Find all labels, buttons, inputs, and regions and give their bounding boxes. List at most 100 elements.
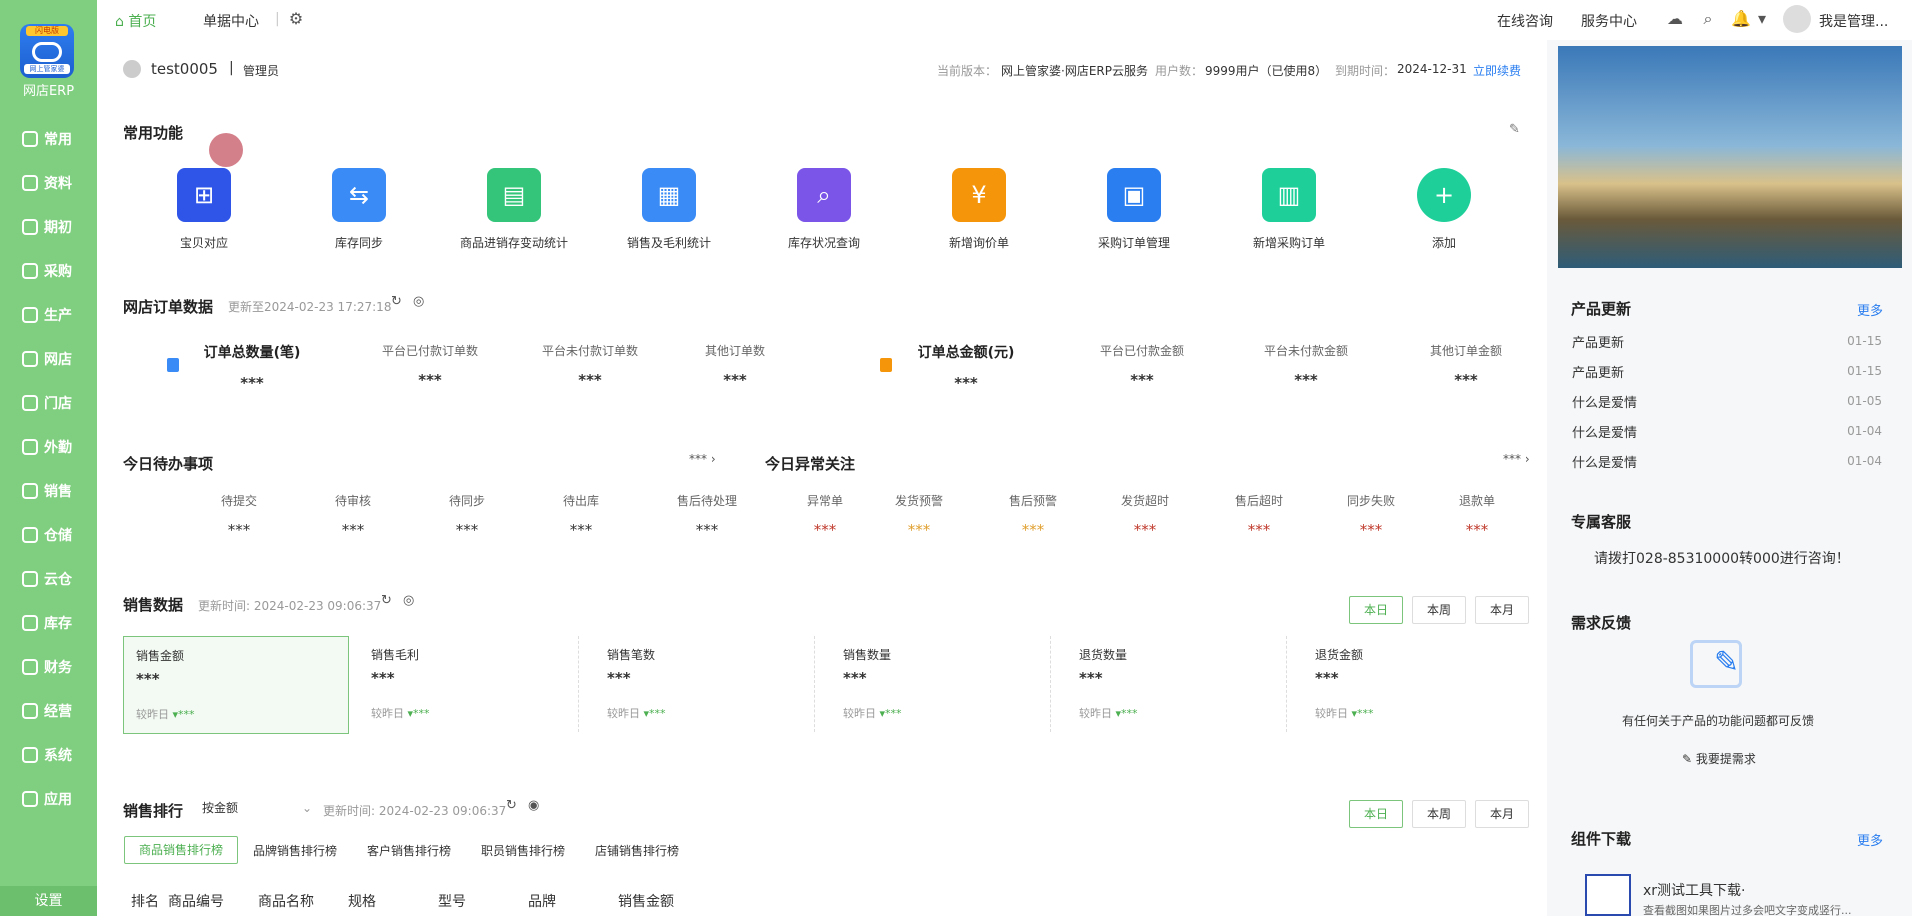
abnormal-item[interactable]: 异常单 *** xyxy=(785,492,865,539)
sales-btn-day[interactable]: 本日 xyxy=(1349,596,1403,624)
stat-value: *** xyxy=(954,374,978,392)
func-item-stock-change-stats[interactable]: ▤ 商品进销存变动统计 xyxy=(449,168,579,251)
list-item[interactable]: 什么是爱情 01-05 xyxy=(1572,386,1882,416)
card-delta: *** xyxy=(649,707,666,720)
sales-card-return-qty[interactable]: 退货数量 *** 较昨日 ▾*** xyxy=(1067,636,1287,732)
tab-docs[interactable]: 单据中心 xyxy=(203,11,259,31)
sidebar-item-production[interactable]: 生产 xyxy=(0,293,97,337)
updates-more-link[interactable]: 更多 xyxy=(1857,300,1883,319)
func-item-stock-sync[interactable]: ⇆ 库存同步 xyxy=(294,168,424,251)
ranking-tab-employee[interactable]: 职员销售排行榜 xyxy=(481,842,565,859)
func-item-purchase-order-mgmt[interactable]: ▣ 采购订单管理 xyxy=(1069,168,1199,251)
cloud-download-icon[interactable]: ☁ xyxy=(1666,10,1684,28)
renew-link[interactable]: 立即续费 xyxy=(1473,62,1521,79)
gear-icon[interactable]: ⚙ xyxy=(287,10,305,28)
abnormal-item[interactable]: 同步失败 *** xyxy=(1331,492,1411,539)
search-icon[interactable]: ⌕ xyxy=(1699,10,1717,28)
ranking-tab-brand[interactable]: 品牌销售排行榜 xyxy=(253,842,337,859)
sidebar-item-common[interactable]: 常用 xyxy=(0,117,97,161)
bell-icon[interactable]: 🔔 xyxy=(1731,10,1751,28)
stat-value: *** xyxy=(578,371,602,389)
sidebar-item-data[interactable]: 资料 xyxy=(0,161,97,205)
clock-icon xyxy=(22,219,38,235)
abnormal-value: *** xyxy=(907,521,931,539)
sidebar-item-cloud-warehouse[interactable]: 云仓 xyxy=(0,557,97,601)
ranking-select[interactable]: 按金额 ⌄ xyxy=(202,796,312,820)
func-item-new-inquiry[interactable]: ¥ 新增询价单 xyxy=(914,168,1044,251)
avatar[interactable] xyxy=(1783,5,1811,33)
ranking-tab-customer[interactable]: 客户销售排行榜 xyxy=(367,842,451,859)
todo-item[interactable]: 售后待处理 *** xyxy=(657,492,757,539)
card-compare: 较昨日 ▾*** xyxy=(607,705,802,721)
func-item-new-purchase-order[interactable]: ▥ 新增采购订单 xyxy=(1224,168,1354,251)
refresh-icon[interactable]: ↻ xyxy=(391,294,402,309)
sales-card-count[interactable]: 销售笔数 *** 较昨日 ▾*** xyxy=(595,636,815,732)
refresh-icon[interactable]: ↻ xyxy=(381,593,392,608)
ranking-tab-product[interactable]: 商品销售排行榜 xyxy=(124,836,239,864)
eye-icon[interactable]: ◉ xyxy=(528,798,539,813)
abnormal-item[interactable]: 售后超时 *** xyxy=(1219,492,1299,539)
sidebar-item-sales[interactable]: 销售 xyxy=(0,469,97,513)
sidebar-item-field[interactable]: 外勤 xyxy=(0,425,97,469)
todo-item[interactable]: 待审核 *** xyxy=(323,492,383,539)
list-item[interactable]: 产品更新 01-15 xyxy=(1572,326,1882,356)
list-item[interactable]: 什么是爱情 01-04 xyxy=(1572,416,1882,446)
func-item-stock-query[interactable]: ⌕ 库存状况查询 xyxy=(759,168,889,251)
abnormal-item[interactable]: 退款单 *** xyxy=(1437,492,1517,539)
abnormal-item[interactable]: 发货预警 *** xyxy=(879,492,959,539)
ranking-btn-month[interactable]: 本月 xyxy=(1475,800,1529,828)
refresh-icon[interactable]: ↻ xyxy=(506,798,517,813)
abnormal-more-link[interactable]: *** › xyxy=(1503,452,1530,466)
chevron-down-icon[interactable]: ▾ xyxy=(1753,10,1771,28)
sidebar-item-finance[interactable]: 财务 xyxy=(0,645,97,689)
sidebar-item-storage[interactable]: 仓储 xyxy=(0,513,97,557)
sales-card-profit[interactable]: 销售毛利 *** 较昨日 ▾*** xyxy=(359,636,579,732)
ranking-btn-week[interactable]: 本周 xyxy=(1412,800,1466,828)
todo-item[interactable]: 待出库 *** xyxy=(551,492,611,539)
list-item[interactable]: 什么是爱情 01-04 xyxy=(1572,446,1882,476)
service-center-link[interactable]: 服务中心 xyxy=(1581,11,1637,31)
sidebar-item-eshop[interactable]: 网店 xyxy=(0,337,97,381)
download-item-title[interactable]: xr测试工具下载· xyxy=(1643,880,1746,900)
abnormal-label: 异常单 xyxy=(806,494,843,508)
sidebar-item-apps[interactable]: 应用 xyxy=(0,777,97,821)
sidebar-item-system[interactable]: 系统 xyxy=(0,733,97,777)
func-item-sales-profit-stats[interactable]: ▦ 销售及毛利统计 xyxy=(604,168,734,251)
feedback-button[interactable]: ✎ 我要提需求 xyxy=(1682,750,1756,767)
card-value: *** xyxy=(1315,669,1339,687)
eye-off-icon[interactable]: ◎ xyxy=(413,294,424,309)
todo-item[interactable]: 待同步 *** xyxy=(437,492,497,539)
sales-card-amount[interactable]: 销售金额 *** 较昨日 ▾*** xyxy=(123,636,349,734)
sales-btn-month[interactable]: 本月 xyxy=(1475,596,1529,624)
sales-btn-week[interactable]: 本周 xyxy=(1412,596,1466,624)
download-more-link[interactable]: 更多 xyxy=(1857,830,1883,849)
ranking-btn-day[interactable]: 本日 xyxy=(1349,800,1403,828)
func-item-add[interactable]: + 添加 xyxy=(1379,168,1509,251)
abnormal-value: *** xyxy=(1359,521,1383,539)
ranking-tab-shop[interactable]: 店铺销售排行榜 xyxy=(595,842,679,859)
eye-off-icon[interactable]: ◎ xyxy=(403,593,414,608)
compare-label: 较昨日 xyxy=(136,708,169,721)
sidebar-item-store[interactable]: 门店 xyxy=(0,381,97,425)
sidebar-item-purchase[interactable]: 采购 xyxy=(0,249,97,293)
tab-home[interactable]: ⌂ 首页 xyxy=(115,11,156,31)
abnormal-item[interactable]: 售后预警 *** xyxy=(993,492,1073,539)
sales-card-quantity[interactable]: 销售数量 *** 较昨日 ▾*** xyxy=(831,636,1051,732)
settings-button[interactable]: 设置 xyxy=(0,886,97,916)
sidebar-item-opening[interactable]: 期初 xyxy=(0,205,97,249)
todo-item[interactable]: 待提交 *** xyxy=(209,492,269,539)
cart-icon xyxy=(22,263,38,279)
func-item-product-mapping[interactable]: ⊞ 宝贝对应 xyxy=(139,168,269,251)
feedback-title: 需求反馈 xyxy=(1571,614,1632,632)
app-logo[interactable]: 闪电版 网上管家婆 xyxy=(20,24,74,78)
sidebar-item-inventory[interactable]: 库存 xyxy=(0,601,97,645)
sales-card-return-amount[interactable]: 退货金额 *** 较昨日 ▾*** xyxy=(1303,636,1523,732)
edit-icon[interactable]: ✎ xyxy=(1509,122,1520,137)
sidebar-item-operation[interactable]: 经营 xyxy=(0,689,97,733)
todo-more-link[interactable]: *** › xyxy=(689,452,716,466)
banner-image[interactable] xyxy=(1558,46,1902,268)
user-menu[interactable]: 我是管理... xyxy=(1819,11,1888,31)
abnormal-item[interactable]: 发货超时 *** xyxy=(1105,492,1185,539)
list-item[interactable]: 产品更新 01-15 xyxy=(1572,356,1882,386)
online-consult-link[interactable]: 在线咨询 xyxy=(1497,11,1553,31)
